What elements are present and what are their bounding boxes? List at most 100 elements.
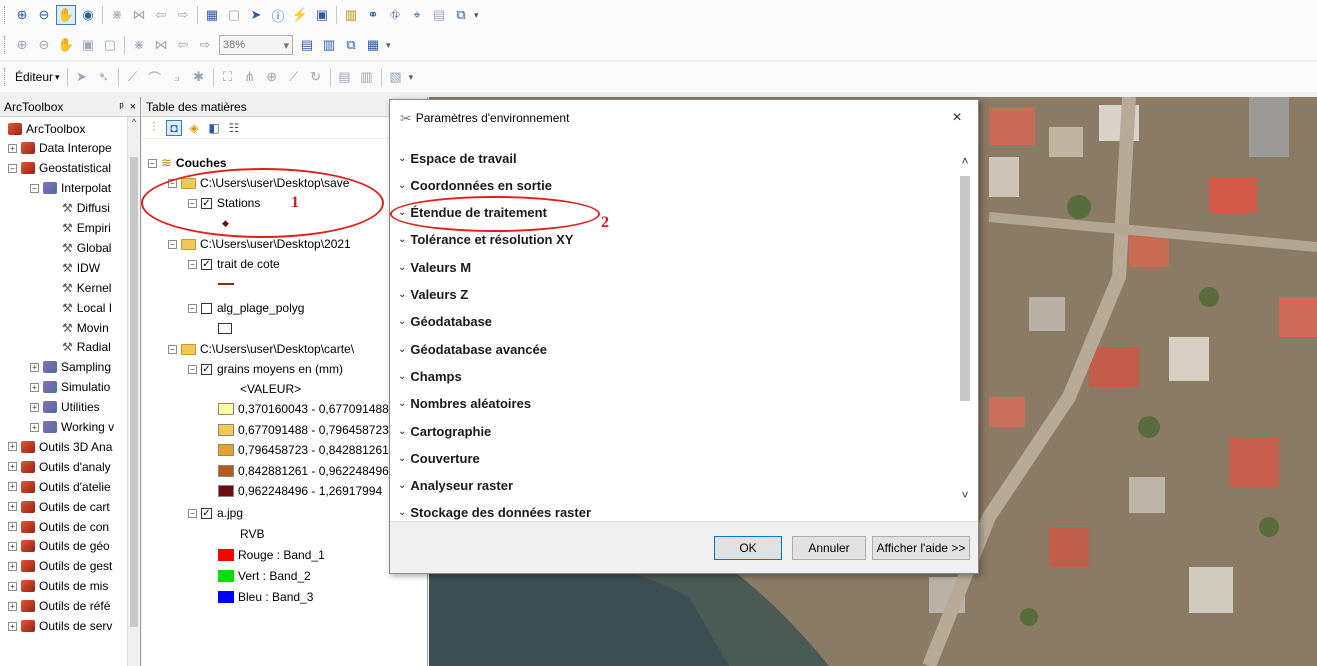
clear-selection-icon[interactable]: ▢ xyxy=(224,5,244,25)
cancel-button[interactable]: Annuler xyxy=(792,536,866,560)
settings-section-header[interactable]: ⌄ Couverture xyxy=(398,446,480,470)
close-icon[interactable]: × xyxy=(946,109,968,127)
settings-section-header[interactable]: ⌄ Tolérance et résolution XY xyxy=(398,228,573,252)
zoom-percent-combo[interactable]: 38% ▾ xyxy=(219,35,293,55)
layer-visibility-checkbox[interactable]: ✓ xyxy=(201,507,212,519)
zoom-out-icon[interactable]: ⊖ xyxy=(34,5,54,25)
layer-visibility-checkbox[interactable]: ✓ xyxy=(201,197,212,209)
fixed-zoom-in-icon[interactable]: ⋇ xyxy=(107,5,127,25)
scroll-thumb[interactable] xyxy=(130,157,138,627)
toc-layer-grains[interactable]: − ✓ grains moyens en (mm) xyxy=(188,359,343,379)
identify-icon[interactable]: ⓘ xyxy=(268,5,288,25)
select-elements-arrow-icon[interactable]: ➤ xyxy=(246,5,266,25)
back-arrow-icon[interactable]: ⇦ xyxy=(151,5,171,25)
toolbar-grip[interactable] xyxy=(4,68,7,86)
expand-icon[interactable]: + xyxy=(8,541,17,551)
settings-section-header[interactable]: ⌄ Stockage des données raster xyxy=(398,501,591,521)
attributes-icon[interactable]: ▤ xyxy=(335,67,355,87)
collapse-icon[interactable]: − xyxy=(188,508,197,518)
chevron-up-icon[interactable]: ˄ xyxy=(958,154,972,172)
settings-section-header[interactable]: ⌄ Géodatabase xyxy=(398,310,492,334)
list-by-source-icon[interactable]: ◘ xyxy=(166,119,182,136)
layer-visibility-checkbox[interactable]: ✓ xyxy=(201,363,212,375)
show-help-button[interactable]: Afficher l'aide >> xyxy=(872,536,970,560)
toolbox-tree-item[interactable]: + Utilities xyxy=(0,398,134,417)
chevron-down-icon[interactable]: ˅ xyxy=(958,488,972,506)
settings-section-header[interactable]: ⌄ Étendue de traitement xyxy=(398,201,547,225)
ok-button[interactable]: OK xyxy=(714,536,782,560)
settings-section-header[interactable]: ⌄ Nombres aléatoires xyxy=(398,392,531,416)
expand-icon[interactable]: + xyxy=(8,621,17,631)
toolbox-tree-item[interactable]: + Outils de cart xyxy=(0,497,134,516)
edit-tool-icon[interactable]: ➤ xyxy=(72,67,92,87)
hyperlink-icon[interactable]: ⚡ xyxy=(290,5,310,25)
collapse-icon[interactable]: − xyxy=(148,158,157,168)
fixed-zoom-out-layout-icon[interactable]: ⋈ xyxy=(151,35,171,55)
viewer-window-icon[interactable]: ⧉ xyxy=(451,5,471,25)
toolbox-tree-item[interactable]: + Outils de mis xyxy=(0,577,134,596)
sketch-properties-icon[interactable]: ▥ xyxy=(357,67,377,87)
create-features-icon[interactable]: ▧ xyxy=(386,67,406,87)
toolbox-tree-item[interactable]: + Sampling xyxy=(0,358,134,377)
toolbox-tree-item[interactable]: + Outils d'analy xyxy=(0,457,134,476)
trace-icon[interactable]: ⟓ xyxy=(167,67,187,87)
expand-icon[interactable]: + xyxy=(30,382,39,392)
settings-section-header[interactable]: ⌄ Espace de travail xyxy=(398,146,517,170)
zoom-in-icon[interactable]: ⊕ xyxy=(12,5,32,25)
dialog-scrollbar[interactable]: ˄ ˅ xyxy=(958,154,972,520)
expand-icon[interactable]: + xyxy=(8,522,17,531)
layout-zoom-out-icon[interactable]: ⊖ xyxy=(34,35,54,55)
toolbar-overflow-icon[interactable]: ▾ xyxy=(409,72,414,83)
toc-root-layers[interactable]: − ≋ Couches xyxy=(148,153,227,173)
html-popup-icon[interactable]: ▣ xyxy=(312,5,332,25)
go-to-xy-icon[interactable]: ⌖ xyxy=(407,5,427,25)
collapse-icon[interactable]: − xyxy=(30,183,39,193)
layout-pan-icon[interactable]: ✋ xyxy=(56,35,76,55)
toggle-draft-mode-icon[interactable]: ▤ xyxy=(297,35,317,55)
color-swatch[interactable] xyxy=(218,423,234,436)
settings-section-header[interactable]: ⌄ Géodatabase avancée xyxy=(398,337,547,361)
pan-hand-icon[interactable]: ✋ xyxy=(56,5,76,25)
fixed-zoom-out-icon[interactable]: ⋈ xyxy=(129,5,149,25)
toolbox-tree-item[interactable]: + Outils de con xyxy=(0,517,134,536)
zoom-100-icon[interactable]: ▢ xyxy=(100,35,120,55)
next-extent-layout-icon[interactable]: ⇨ xyxy=(195,35,215,55)
toolbar-overflow-icon[interactable]: ▾ xyxy=(474,10,479,21)
toolbox-tree-item[interactable]: + Outils de réfé xyxy=(0,597,134,616)
color-swatch[interactable] xyxy=(218,403,234,415)
time-slider-icon[interactable]: ▤ xyxy=(429,5,449,25)
toolbox-tree-item[interactable]: − Interpolat xyxy=(0,179,134,198)
expand-icon[interactable]: + xyxy=(30,402,39,412)
color-swatch[interactable] xyxy=(218,464,234,477)
toolbox-tree-item[interactable]: − Geostatistical xyxy=(0,159,134,178)
options-icon[interactable]: ☷ xyxy=(226,120,242,136)
measure-icon[interactable]: ▥ xyxy=(341,5,361,25)
full-extent-globe-icon[interactable]: ◉ xyxy=(78,5,98,25)
settings-section-header[interactable]: ⌄ Cartographie xyxy=(398,419,491,443)
expand-icon[interactable]: + xyxy=(8,482,17,492)
list-by-selection-icon[interactable]: ◧ xyxy=(206,120,222,136)
editor-menu-button[interactable]: Éditeur ▾ xyxy=(11,70,64,84)
toc-folder-2021[interactable]: − C:\Users\user\Desktop\2021 xyxy=(168,234,351,254)
expand-icon[interactable]: + xyxy=(8,561,17,571)
focus-data-frame-icon[interactable]: ▥ xyxy=(319,35,339,55)
expand-icon[interactable]: + xyxy=(8,143,17,153)
scroll-up-icon[interactable]: ^ xyxy=(128,117,140,131)
fixed-zoom-in-layout-icon[interactable]: ⋇ xyxy=(129,35,149,55)
layer-visibility-checkbox[interactable]: ✓ xyxy=(201,258,212,270)
toc-layer-ajpg[interactable]: − ✓ a.jpg xyxy=(188,503,243,523)
edit-vertices-icon[interactable]: ⛶ xyxy=(218,67,238,87)
expand-icon[interactable]: + xyxy=(8,502,17,512)
split-icon[interactable]: ⟋ xyxy=(284,67,304,87)
expand-icon[interactable]: + xyxy=(30,362,39,372)
collapse-icon[interactable]: − xyxy=(188,198,197,208)
previous-extent-layout-icon[interactable]: ⇦ xyxy=(173,35,193,55)
expand-icon[interactable]: + xyxy=(8,581,17,591)
toolbox-tree-item[interactable]: ⚒ Kernel xyxy=(0,278,134,297)
change-layout-icon[interactable]: ⧉ xyxy=(341,35,361,55)
toc-layer-trait-de-cote[interactable]: − ✓ trait de cote xyxy=(188,254,280,274)
collapse-icon[interactable]: − xyxy=(188,303,197,313)
toolbox-tree-item[interactable]: + Simulatio xyxy=(0,378,134,397)
toc-layer-stations[interactable]: − ✓ Stations xyxy=(188,193,260,213)
collapse-icon[interactable]: − xyxy=(168,178,177,188)
